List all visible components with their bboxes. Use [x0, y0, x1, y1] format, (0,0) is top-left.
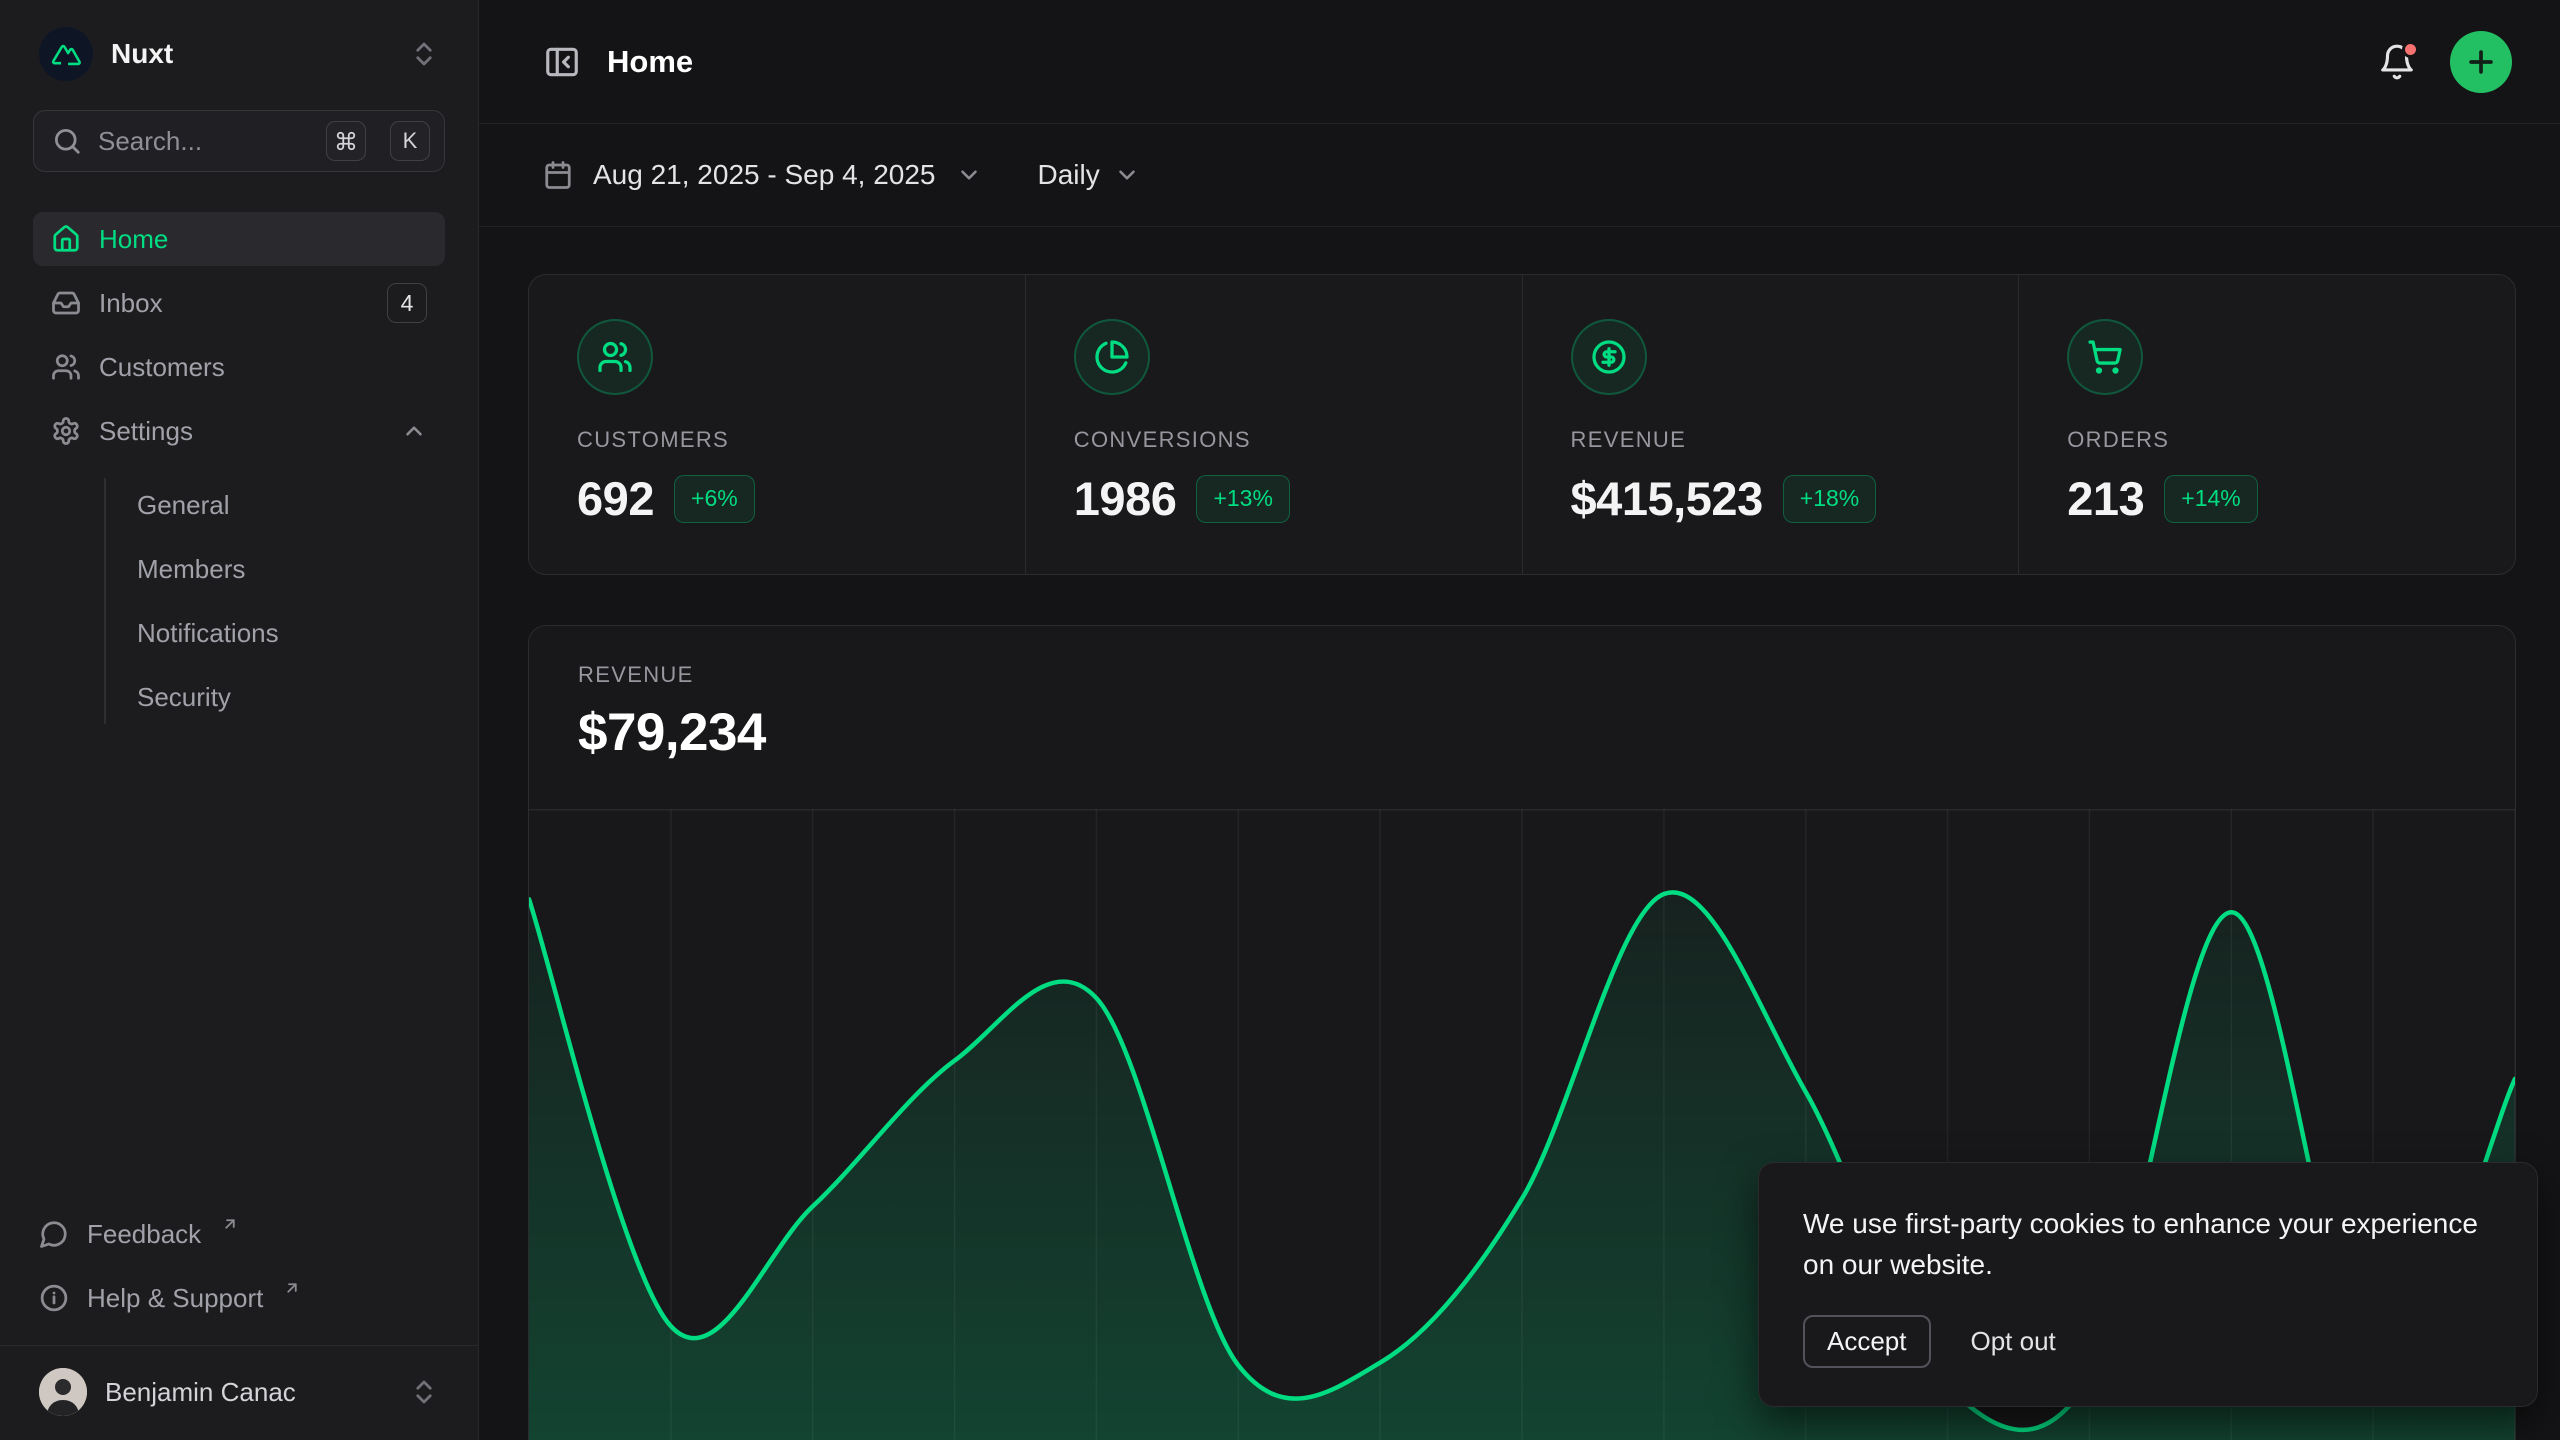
workspace-switcher[interactable]: Nuxt	[33, 24, 445, 84]
stat-conversions[interactable]: CONVERSIONS 1986 +13%	[1025, 275, 1522, 574]
nuxt-logo-icon	[39, 27, 93, 81]
stats-card: CUSTOMERS 692 +6% CONVERSIONS 1986 +13%	[528, 274, 2516, 575]
stat-delta-badge: +14%	[2164, 475, 2257, 523]
search-input[interactable]	[98, 126, 310, 157]
stat-delta-badge: +18%	[1783, 475, 1876, 523]
sidebar-item-home[interactable]: Home	[33, 212, 445, 266]
cookie-message: We use first-party cookies to enhance yo…	[1803, 1203, 2493, 1285]
pie-chart-icon	[1074, 319, 1150, 395]
sidebar-item-label: Customers	[99, 352, 225, 383]
revenue-chart-label: REVENUE	[578, 662, 2467, 688]
feedback-label: Feedback	[87, 1219, 201, 1250]
sidebar-item-label: Inbox	[99, 288, 163, 319]
stat-orders[interactable]: ORDERS 213 +14%	[2018, 275, 2515, 574]
sidebar-item-general[interactable]: General	[137, 478, 445, 532]
message-bubble-icon	[39, 1219, 69, 1249]
command-key	[326, 121, 366, 161]
chevron-up-icon	[401, 418, 427, 444]
feedback-link[interactable]: Feedback	[33, 1209, 445, 1263]
gear-icon	[51, 416, 81, 446]
brand-name: Nuxt	[111, 38, 173, 70]
users-icon	[577, 319, 653, 395]
page-title: Home	[607, 44, 693, 80]
filter-bar: Aug 21, 2025 - Sep 4, 2025 Daily	[479, 124, 2560, 227]
stat-value: 213	[2067, 471, 2144, 526]
help-support-label: Help & Support	[87, 1283, 263, 1314]
external-link-icon	[221, 1215, 239, 1233]
revenue-chart-total: $79,234	[578, 702, 2467, 763]
sidebar-item-customers[interactable]: Customers	[33, 340, 445, 394]
granularity-select[interactable]: Daily	[1038, 159, 1140, 191]
search-bar[interactable]: K	[33, 110, 445, 172]
stat-revenue[interactable]: REVENUE $415,523 +18%	[1522, 275, 2019, 574]
sidebar-item-settings[interactable]: Settings	[33, 404, 445, 458]
cookie-banner: We use first-party cookies to enhance yo…	[1758, 1162, 2538, 1407]
sidebar-footer: Feedback Help & Support	[33, 1209, 445, 1345]
external-link-icon	[283, 1279, 301, 1297]
add-button[interactable]	[2450, 31, 2512, 93]
stat-label: CONVERSIONS	[1074, 427, 1474, 453]
search-icon	[52, 126, 82, 156]
stat-delta-badge: +6%	[674, 475, 755, 523]
calendar-icon	[543, 160, 573, 190]
home-icon	[51, 224, 81, 254]
sidebar-item-inbox[interactable]: Inbox 4	[33, 276, 445, 330]
collapse-sidebar-button[interactable]	[543, 43, 581, 81]
sidebar-item-label: Home	[99, 224, 168, 255]
settings-subtree: General Members Notifications Security	[104, 478, 445, 724]
inbox-icon	[51, 288, 81, 318]
stat-value: $415,523	[1571, 471, 1763, 526]
chevrons-up-down-icon	[409, 1377, 439, 1407]
sidebar-item-security[interactable]: Security	[137, 670, 445, 724]
dollar-circle-icon	[1571, 319, 1647, 395]
page-header: Home	[479, 0, 2560, 124]
users-icon	[51, 352, 81, 382]
user-menu[interactable]: Benjamin Canac	[0, 1346, 478, 1440]
chevrons-up-down-icon	[409, 39, 439, 69]
sidebar-item-members[interactable]: Members	[137, 542, 445, 596]
avatar	[39, 1368, 87, 1416]
date-range-value: Aug 21, 2025 - Sep 4, 2025	[593, 159, 936, 191]
chevron-down-icon	[956, 162, 982, 188]
info-circle-icon	[39, 1283, 69, 1313]
opt-out-button[interactable]: Opt out	[1971, 1326, 2056, 1357]
granularity-value: Daily	[1038, 159, 1100, 191]
stat-customers[interactable]: CUSTOMERS 692 +6%	[529, 275, 1025, 574]
help-support-link[interactable]: Help & Support	[33, 1273, 445, 1327]
sidebar-item-label: Settings	[99, 416, 193, 447]
date-range-picker[interactable]: Aug 21, 2025 - Sep 4, 2025	[543, 159, 982, 191]
inbox-count-badge: 4	[387, 283, 427, 323]
chevron-down-icon	[1114, 162, 1140, 188]
sidebar-nav: Home Inbox 4 Customers Settings	[33, 212, 445, 724]
stat-delta-badge: +13%	[1196, 475, 1289, 523]
stat-label: ORDERS	[2067, 427, 2467, 453]
notifications-button[interactable]	[2378, 43, 2416, 81]
stat-label: REVENUE	[1571, 427, 1971, 453]
stat-value: 692	[577, 471, 654, 526]
sidebar: Nuxt K Home	[0, 0, 479, 1440]
sidebar-item-notifications[interactable]: Notifications	[137, 606, 445, 660]
shopping-cart-icon	[2067, 319, 2143, 395]
user-name: Benjamin Canac	[105, 1377, 296, 1408]
stat-value: 1986	[1074, 471, 1177, 526]
notification-dot	[2402, 41, 2419, 58]
k-key: K	[390, 121, 430, 161]
accept-cookies-button[interactable]: Accept	[1803, 1315, 1931, 1368]
stat-label: CUSTOMERS	[577, 427, 977, 453]
